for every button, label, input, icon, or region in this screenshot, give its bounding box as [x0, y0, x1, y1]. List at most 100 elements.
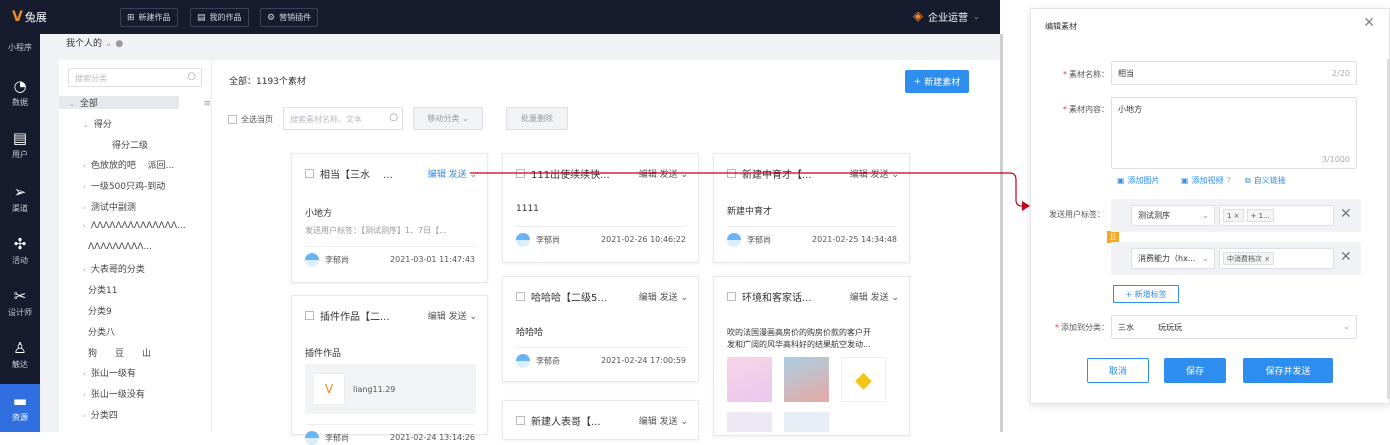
tree-item[interactable]: › 色放放的吧 派回... — [59, 158, 209, 171]
caret-icon[interactable]: › — [83, 162, 86, 170]
material-content-textarea[interactable]: 小地方 3/1000 — [1111, 97, 1357, 169]
folder-icon: ▬ — [12, 392, 28, 410]
material-card[interactable]: 哈哈哈【二级5... 编辑 发送 ⌄ 哈哈哈 李郁奇 2021-02-24 17… — [502, 276, 699, 382]
link-icon: ⧉ — [1245, 175, 1251, 185]
image-thumbnail[interactable] — [784, 357, 829, 402]
sidebar-item-reach[interactable]: ♙ 触达 — [0, 332, 40, 378]
card-actions[interactable]: 编辑 发送 ⌄ — [639, 414, 688, 427]
enterprise-ops[interactable]: ◈ 企业运营 ⌄ — [913, 9, 980, 24]
card-checkbox[interactable] — [305, 311, 314, 320]
add-image-link[interactable]: ▣ 添加图片 — [1117, 175, 1160, 186]
move-category-button[interactable]: 移动分类 ⌄ — [413, 107, 483, 130]
image-thumbnail[interactable] — [784, 412, 829, 432]
user-list-icon: ▤ — [12, 129, 28, 147]
marketing-plugins-button[interactable]: ⚙ 营销插件 — [260, 8, 319, 27]
tag-chip[interactable]: 1 × — [1223, 209, 1244, 222]
tree-item[interactable]: ΛΛΛΛΛΛΛΛΛ... — [59, 242, 209, 252]
sidebar-item-mini-program[interactable]: 小程序 — [0, 36, 40, 58]
card-actions[interactable]: 编辑 发送 ⌄ — [850, 290, 899, 303]
tree-item[interactable]: › 分类四 — [59, 408, 209, 421]
sidebar-item-users[interactable]: ▤ 用户 — [0, 122, 40, 168]
sidebar-item-activity[interactable]: ✣ 活动 — [0, 228, 40, 274]
tag-chip[interactable]: 中消费档次 × — [1223, 252, 1275, 265]
content-panel: 全部：1193个素材 + 新建素材 全选当页 搜索素材名称、文本 ○ 移动分类 … — [211, 60, 1000, 445]
select-all-checkbox[interactable] — [228, 115, 237, 124]
main-area: 我个人的 ⌄ ● 搜索分类 ○ ≡ ⌄ 全部 ⌄ 得分得分二级 › 色放放的吧 派回...… — [40, 34, 1000, 445]
material-card[interactable]: 环境和客家话... 编辑 发送 ⌄ 吹的法国漫画高房价的购房价款的客户开 发和广… — [713, 276, 910, 436]
breadcrumb[interactable]: 我个人的 ⌄ ● — [66, 36, 123, 49]
card-checkbox[interactable] — [305, 169, 314, 178]
tree-item[interactable]: › ΛΛΛΛΛΛΛΛΛΛΛΛΛΛ... — [59, 221, 209, 231]
material-card[interactable]: 新建人表哥【... 编辑 发送 ⌄ — [502, 400, 699, 440]
add-tag-button[interactable]: + 新增标签 — [1113, 285, 1179, 303]
save-and-send-button[interactable]: 保存并发送 — [1243, 358, 1333, 383]
select-all[interactable]: 全选当页 — [228, 114, 273, 125]
plugin-attachment[interactable]: ᐯ liang11.29 — [305, 364, 476, 414]
card-checkbox[interactable] — [516, 416, 525, 425]
new-work-button[interactable]: ⊞ 新建作品 — [120, 8, 178, 27]
save-button[interactable]: 保存 — [1164, 358, 1226, 383]
cancel-button[interactable]: 取消 — [1087, 358, 1149, 383]
tree-item[interactable]: 分类9 — [59, 304, 209, 317]
tag-category-select[interactable]: 测试测序 ⌄ — [1131, 205, 1215, 226]
caret-icon[interactable]: › — [83, 266, 86, 274]
menu-icon[interactable]: ≡ — [203, 99, 211, 109]
caret-icon[interactable]: › — [83, 412, 86, 420]
tree-item[interactable]: 分类11 — [59, 283, 209, 296]
card-checkbox[interactable] — [516, 292, 525, 301]
sidebar-item-data[interactable]: ◔ 数据 — [0, 70, 40, 116]
material-name-input[interactable]: 相当 2/20 — [1111, 61, 1357, 85]
card-actions[interactable]: 编辑 发送 ⌄ — [639, 290, 688, 303]
plus-square-icon: ⊞ — [127, 12, 135, 23]
category-search-input[interactable]: 搜索分类 ○ — [68, 68, 202, 87]
tag-category-select[interactable]: 消费能力（hx... ⌄ — [1131, 248, 1215, 269]
tag-value-select[interactable]: 中消费档次 × — [1219, 248, 1334, 269]
my-works-button[interactable]: ▤ 我的作品 — [190, 8, 249, 27]
image-thumbnail[interactable] — [727, 412, 772, 432]
close-icon[interactable]: ✕ — [1363, 15, 1375, 31]
tree-item[interactable]: 得分二级 — [59, 138, 209, 151]
card-actions[interactable]: 编辑 发送 ⌄ — [428, 309, 477, 322]
caret-icon[interactable]: › — [83, 370, 86, 378]
remove-tag-icon[interactable]: ✕ — [1340, 249, 1352, 265]
tree-item[interactable]: › 大表哥的分类 — [59, 262, 209, 275]
card-footer: 李郁奇 2021-02-24 17:00:59 — [516, 347, 686, 368]
scrollbar[interactable] — [1000, 34, 1003, 432]
remove-tag-icon[interactable]: ✕ — [1340, 206, 1352, 222]
caret-icon[interactable]: › — [83, 391, 86, 399]
caret-icon[interactable]: ⌄ — [83, 121, 89, 129]
image-thumbnail[interactable] — [727, 357, 772, 402]
material-search-input[interactable]: 搜索素材名称、文本 ○ — [283, 107, 403, 130]
tree-item[interactable]: › 测试中副测 — [59, 200, 209, 213]
caret-icon[interactable]: › — [83, 204, 86, 212]
card-text: 插件作品 — [305, 349, 342, 359]
batch-delete-button[interactable]: 批量删除 — [506, 107, 568, 130]
category-select[interactable]: 三水 玩玩玩 ⌄ — [1111, 315, 1357, 339]
add-video-link[interactable]: ▣ 添加视频? — [1181, 175, 1231, 186]
activity-icon: ✣ — [13, 235, 27, 253]
sidebar-item-designer[interactable]: ✂ 设计师 — [0, 280, 40, 326]
toolbar: 全选当页 搜索素材名称、文本 ○ 移动分类 ⌄ 批量删除 — [228, 107, 568, 132]
custom-link[interactable]: ⧉ 自义链接 — [1245, 175, 1286, 186]
new-material-button[interactable]: + 新建素材 — [905, 70, 969, 93]
caret-icon[interactable]: › — [83, 183, 86, 191]
tree-item[interactable]: ⌄ 全部 — [59, 96, 179, 109]
tree-item[interactable]: › 一级500只鸡-到动 — [59, 179, 209, 192]
tree-item[interactable]: › 张山一级有 — [59, 366, 209, 379]
sidebar-item-channel[interactable]: ➢ 渠道 — [0, 176, 40, 222]
caret-icon[interactable]: ⌄ — [69, 100, 75, 108]
top-bar: ⊞ 新建作品 ▤ 我的作品 ⚙ 营销插件 ◈ 企业运营 ⌄ — [40, 0, 1000, 34]
tag-value-select[interactable]: 1 × + 1... — [1219, 205, 1334, 226]
tree-item[interactable]: 狗 豆 山 — [59, 346, 209, 359]
tree-item[interactable]: › 张山一级没有 — [59, 387, 209, 400]
tree-item[interactable]: 分类八 — [59, 325, 209, 338]
card-text: 发和广阔的风华高科好的结果航空发动... — [727, 340, 871, 349]
tree-item[interactable]: ⌄ 得分 — [59, 117, 209, 130]
chevron-down-icon: ⌄ — [1202, 211, 1209, 220]
edit-material-modal: 编辑素材 ✕ * 素材名称： 相当 2/20 * 素材内容： 小地方 3/1000 … — [1030, 8, 1390, 404]
caret-icon[interactable]: › — [83, 222, 86, 230]
card-checkbox[interactable] — [727, 292, 736, 301]
material-card[interactable]: 插件作品【二... 编辑 发送 ⌄ 插件作品 ᐯ liang11.29 李郁尚 … — [291, 295, 488, 445]
sidebar-item-resources[interactable]: ▬ 资源 — [0, 384, 40, 432]
image-thumbnail[interactable]: ◆ — [841, 357, 886, 402]
